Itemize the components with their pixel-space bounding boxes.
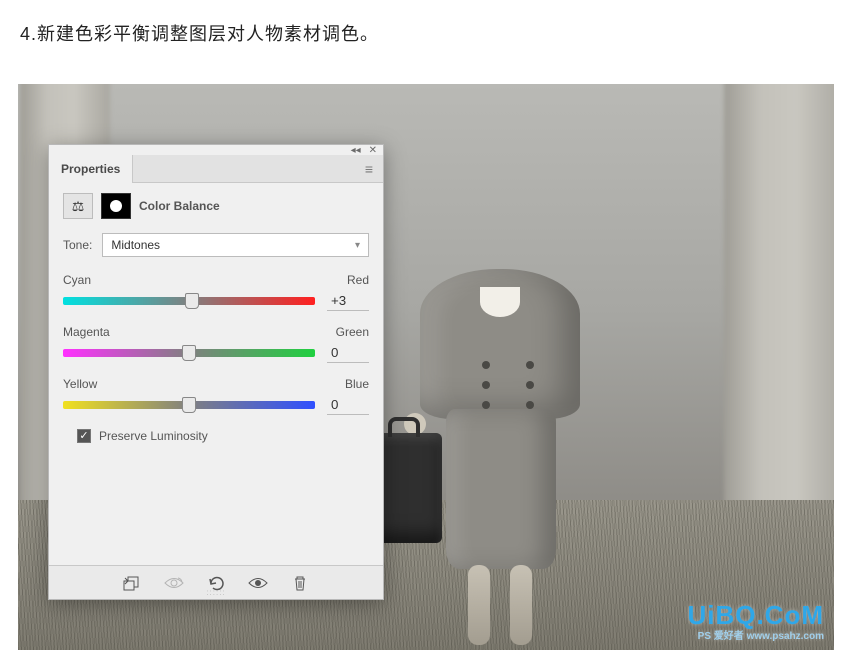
label-red: Red <box>347 273 369 287</box>
slider-thumb-cr[interactable] <box>185 293 199 309</box>
slider-track-yb[interactable] <box>63 401 315 409</box>
view-previous-icon[interactable] <box>163 572 185 594</box>
image-canvas: ◂◂ ✕ Properties ≡ ⚖ Color Balance Tone: … <box>18 84 834 650</box>
label-magenta: Magenta <box>63 325 110 339</box>
tone-select[interactable]: Midtones ▾ <box>102 233 369 257</box>
preserve-luminosity-label: Preserve Luminosity <box>99 429 208 443</box>
panel-tabbar: Properties ≡ <box>49 155 383 183</box>
collapse-icon[interactable]: ◂◂ <box>351 145 361 156</box>
slider-track-mg[interactable] <box>63 349 315 357</box>
layer-mask-icon[interactable] <box>101 193 131 219</box>
slider-value-yb[interactable] <box>327 395 369 415</box>
slider-yellow-blue: Yellow Blue <box>63 377 369 415</box>
bg-pillar-right <box>724 84 834 534</box>
label-yellow: Yellow <box>63 377 97 391</box>
panel-body: ⚖ Color Balance Tone: Midtones ▾ Cyan Re… <box>49 183 383 565</box>
tone-label: Tone: <box>63 238 92 252</box>
delete-icon[interactable] <box>289 572 311 594</box>
slider-track-cr[interactable] <box>63 297 315 305</box>
label-cyan: Cyan <box>63 273 91 287</box>
slider-thumb-yb[interactable] <box>182 397 196 413</box>
slider-thumb-mg[interactable] <box>182 345 196 361</box>
color-balance-icon[interactable]: ⚖ <box>63 193 93 219</box>
close-icon[interactable]: ✕ <box>369 145 377 156</box>
slider-cyan-red: Cyan Red <box>63 273 369 311</box>
chevron-down-icon: ▾ <box>355 240 360 251</box>
preserve-luminosity-checkbox[interactable]: ✓ <box>77 429 91 443</box>
panel-resize-grip[interactable]: :::::: <box>206 588 225 597</box>
panel-controls: ◂◂ ✕ <box>49 145 383 155</box>
figure-legs <box>468 565 532 645</box>
clip-to-layer-icon[interactable] <box>121 572 143 594</box>
visibility-icon[interactable] <box>247 572 269 594</box>
figure-jacket <box>420 269 580 419</box>
slider-value-cr[interactable] <box>327 291 369 311</box>
tutorial-step-text: 4.新建色彩平衡调整图层对人物素材调色。 <box>0 0 852 76</box>
figure-jacket-buttons <box>478 357 538 417</box>
properties-panel: ◂◂ ✕ Properties ≡ ⚖ Color Balance Tone: … <box>48 144 384 600</box>
adjustment-title: Color Balance <box>139 199 220 213</box>
figure-skirt <box>446 409 556 569</box>
slider-magenta-green: Magenta Green <box>63 325 369 363</box>
label-blue: Blue <box>345 377 369 391</box>
tab-properties[interactable]: Properties <box>49 155 133 183</box>
panel-menu-icon[interactable]: ≡ <box>361 161 377 177</box>
tone-value: Midtones <box>111 238 160 252</box>
label-green: Green <box>336 325 369 339</box>
slider-value-mg[interactable] <box>327 343 369 363</box>
figure-headless-woman <box>410 249 590 649</box>
